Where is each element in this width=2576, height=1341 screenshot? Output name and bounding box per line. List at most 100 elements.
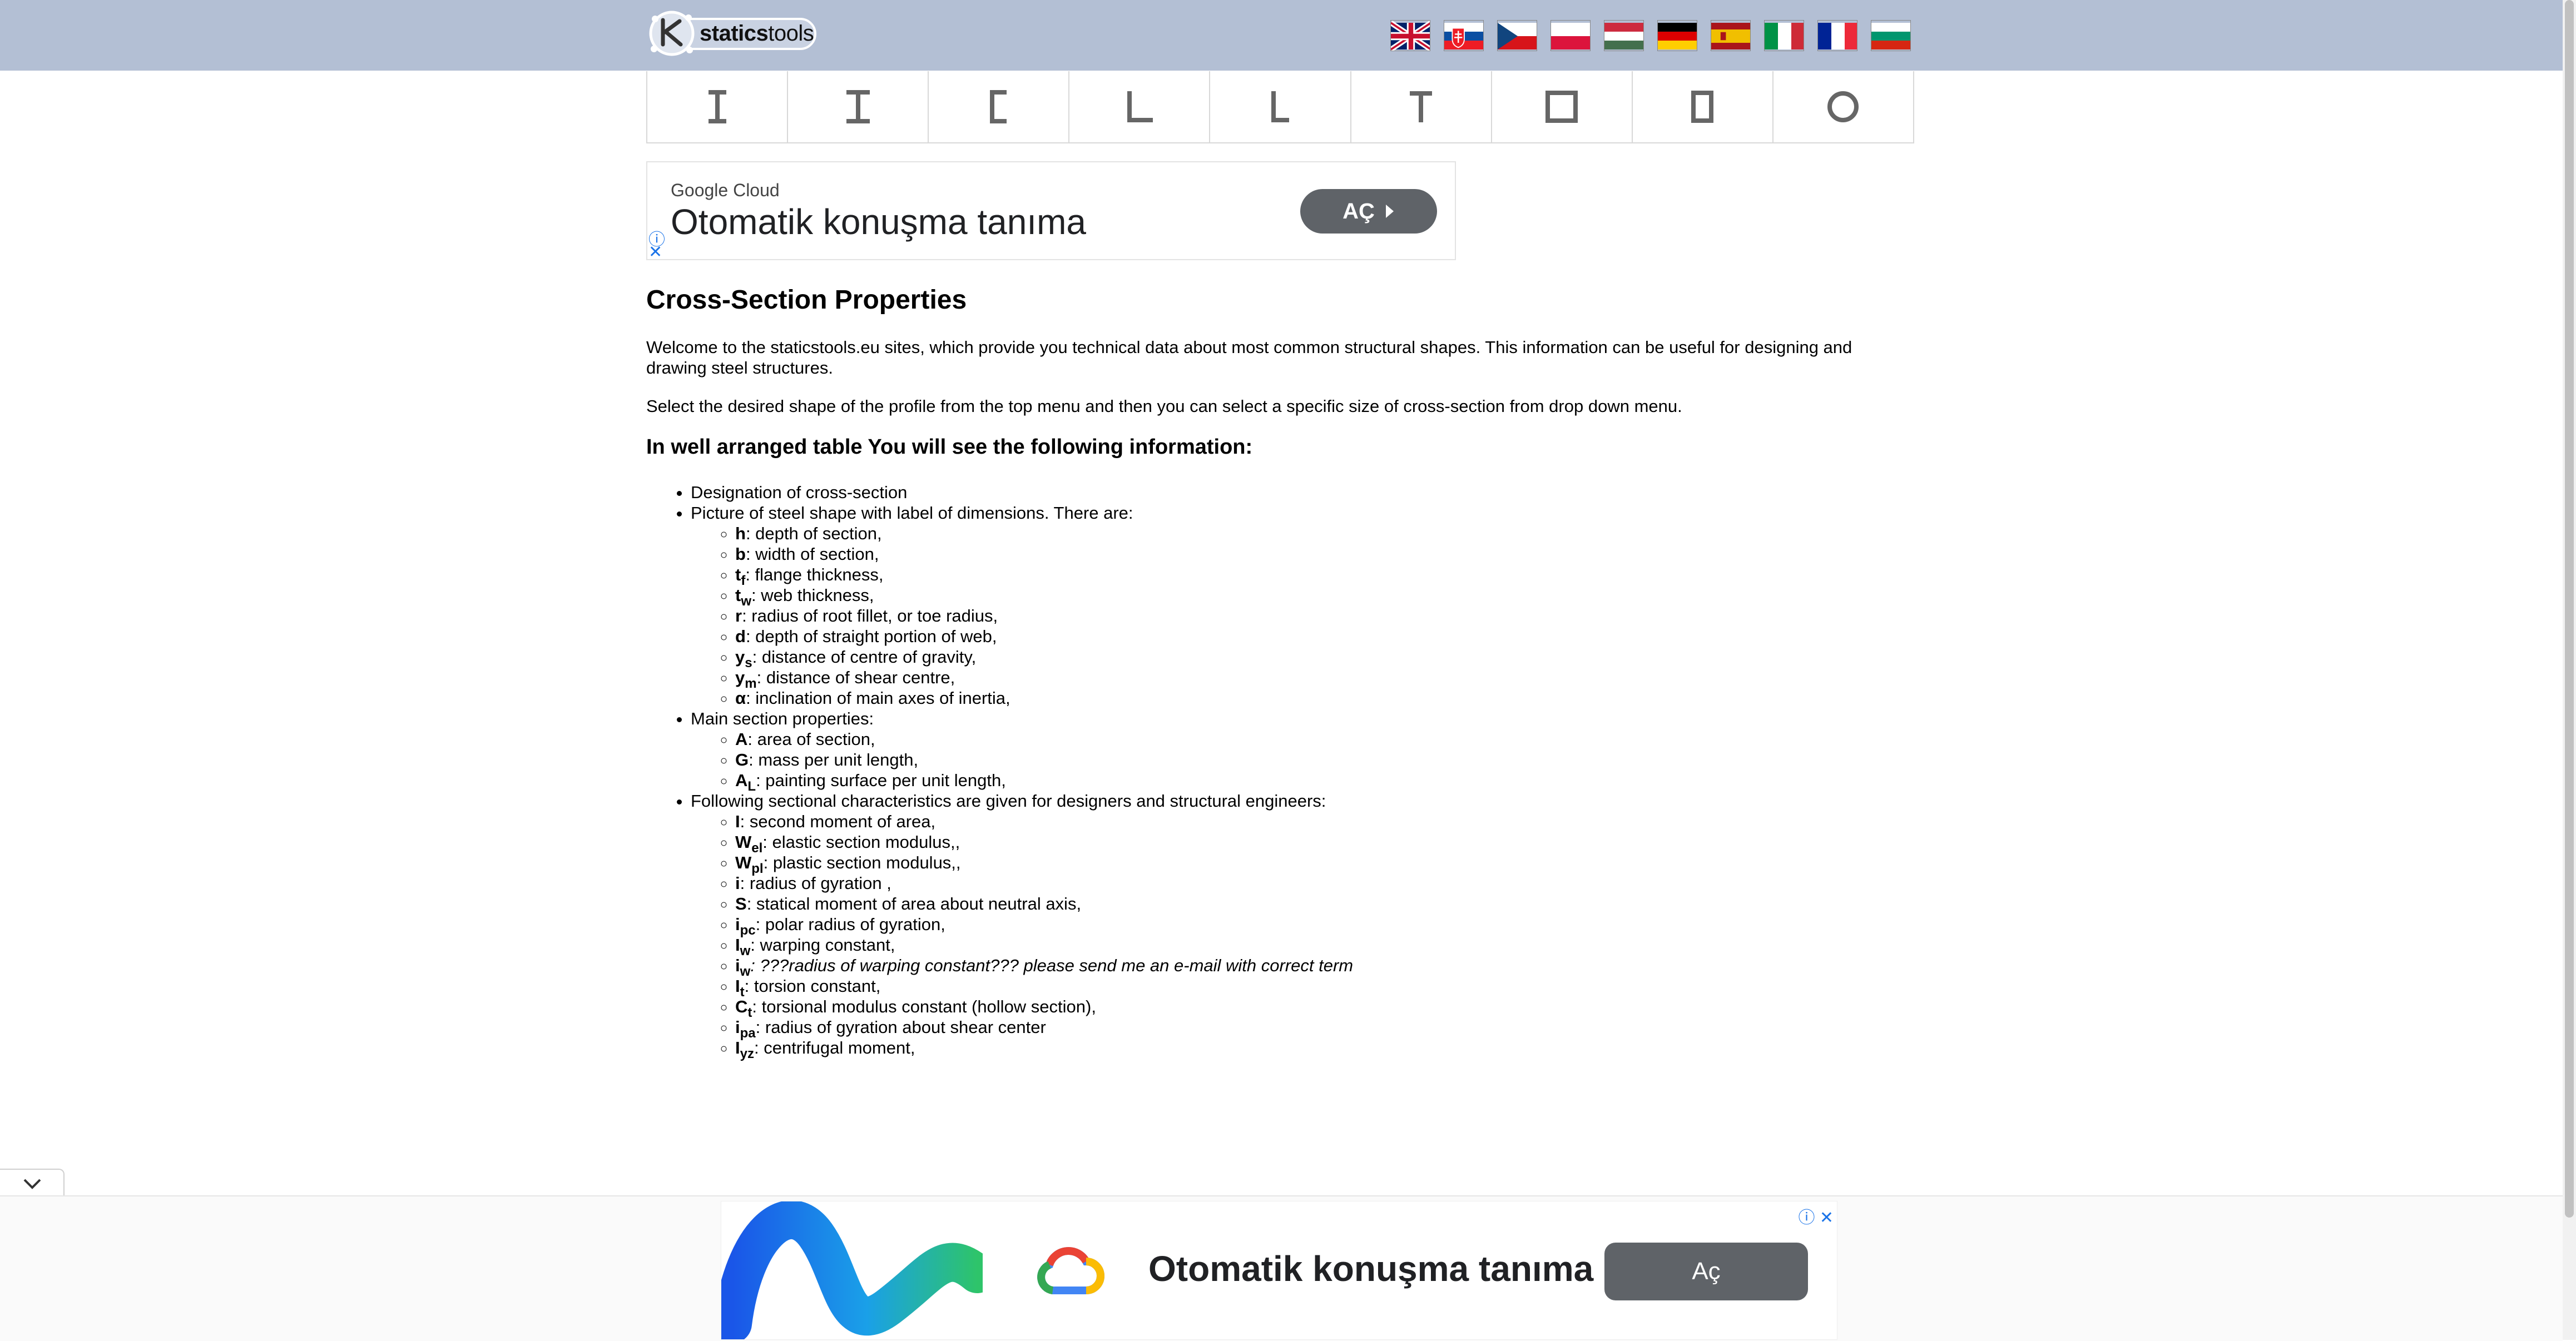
property-description: : area of section, bbox=[747, 729, 875, 749]
property-symbol: α bbox=[735, 688, 746, 708]
italian-flag-icon[interactable] bbox=[1764, 20, 1804, 51]
list-item-main-properties: Main section properties: A: area of sect… bbox=[691, 708, 1914, 793]
shape-tab-unequal-angle[interactable] bbox=[1210, 71, 1351, 142]
property-symbol: G bbox=[735, 750, 749, 769]
logo-badge-icon bbox=[649, 11, 695, 56]
list-item-designation: Designation of cross-section bbox=[691, 482, 1914, 503]
property-symbol: I bbox=[735, 976, 740, 996]
shape-menu bbox=[646, 71, 1914, 143]
property-item: Iw: warping constant, bbox=[735, 935, 1914, 958]
property-symbol: I bbox=[735, 1038, 740, 1057]
property-description: : second moment of area, bbox=[740, 812, 936, 831]
property-symbol: S bbox=[735, 894, 747, 913]
property-description: : radius of gyration about shear center bbox=[755, 1017, 1046, 1037]
property-description: : elastic section modulus,, bbox=[762, 832, 960, 852]
property-description: : centrifugal moment, bbox=[754, 1038, 915, 1057]
property-description: : polar radius of gyration, bbox=[755, 915, 945, 934]
property-description: : web thickness, bbox=[751, 585, 874, 605]
property-symbol: I bbox=[735, 812, 740, 831]
wide-i-beam-icon bbox=[846, 90, 870, 123]
ad-open-label: AÇ bbox=[1343, 198, 1375, 224]
ad-info-close-icons[interactable]: ⓘ ✕ bbox=[1799, 1204, 1834, 1228]
property-item: ipc: polar radius of gyration, bbox=[735, 914, 1914, 937]
property-item: α: inclination of main axes of inertia, bbox=[735, 688, 1914, 708]
unequal-angle-icon bbox=[1271, 91, 1289, 122]
property-description: : depth of section, bbox=[745, 524, 882, 543]
property-description: : plastic section modulus,, bbox=[763, 853, 961, 872]
property-description: : width of section, bbox=[745, 544, 879, 564]
shape-tab-circular-hollow[interactable] bbox=[1774, 71, 1913, 142]
shape-tab-square-hollow[interactable] bbox=[1492, 71, 1633, 142]
google-cloud-icon bbox=[1037, 1247, 1104, 1294]
property-item: Iyz: centrifugal moment, bbox=[735, 1037, 1914, 1061]
property-description: : radius of root fillet, or toe radius, bbox=[742, 606, 998, 625]
ad-close-icon[interactable]: ✕ bbox=[648, 242, 662, 262]
bulgarian-flag-icon[interactable] bbox=[1871, 20, 1911, 51]
property-item: AL: painting surface per unit length, bbox=[735, 770, 1914, 793]
scrollbar-thumb[interactable] bbox=[2565, 0, 2574, 1218]
property-symbol: i bbox=[735, 915, 740, 934]
property-symbol: h bbox=[735, 524, 746, 543]
property-symbol: W bbox=[735, 832, 752, 852]
property-item: d: depth of straight portion of web, bbox=[735, 626, 1914, 647]
tee-icon bbox=[1410, 91, 1433, 122]
logo-text: staticstools bbox=[700, 21, 814, 46]
property-symbol: b bbox=[735, 544, 746, 564]
shape-tab-channel[interactable] bbox=[929, 71, 1070, 142]
circular-hollow-icon bbox=[1827, 91, 1859, 122]
ad-headline[interactable]: Otomatik konuşma tanıma bbox=[671, 201, 1086, 242]
property-item: ys: distance of centre of gravity, bbox=[735, 647, 1914, 670]
property-description: : depth of straight portion of web, bbox=[745, 627, 997, 646]
shape-tab-rectangular-hollow[interactable] bbox=[1633, 71, 1774, 142]
bottom-advertisement[interactable]: Otomatik konuşma tanıma Aç ⓘ ✕ bbox=[721, 1201, 1837, 1340]
rectangular-hollow-icon bbox=[1691, 91, 1714, 123]
property-description: : torsion constant, bbox=[744, 976, 881, 996]
shape-tab-tee[interactable] bbox=[1351, 71, 1492, 142]
property-description: : inclination of main axes of inertia, bbox=[746, 688, 1010, 708]
property-item: tf: flange thickness, bbox=[735, 564, 1914, 588]
square-hollow-icon bbox=[1545, 91, 1578, 123]
property-description: : painting surface per unit length, bbox=[756, 771, 1006, 790]
list-item-label: Picture of steel shape with label of dim… bbox=[691, 503, 1133, 523]
page-title: Cross-Section Properties bbox=[646, 285, 967, 315]
french-flag-icon[interactable] bbox=[1817, 20, 1857, 51]
shape-tab-i-beam-wide[interactable] bbox=[788, 71, 929, 142]
collapse-ad-toggle[interactable] bbox=[0, 1169, 65, 1198]
property-item: A: area of section, bbox=[735, 729, 1914, 749]
spanish-flag-icon[interactable] bbox=[1711, 20, 1751, 51]
english-flag-icon[interactable] bbox=[1390, 20, 1430, 51]
site-logo[interactable]: staticstools bbox=[646, 8, 820, 56]
equal-angle-icon bbox=[1127, 91, 1153, 122]
chevron-down-icon bbox=[23, 1179, 41, 1189]
property-symbol: d bbox=[735, 627, 746, 646]
dimensions-list: h: depth of section,b: width of section,… bbox=[691, 523, 1914, 708]
slovak-flag-icon[interactable] bbox=[1444, 20, 1484, 51]
list-item-sectional-characteristics: Following sectional characteristics are … bbox=[691, 791, 1914, 1061]
property-description: : ???radius of warping constant??? pleas… bbox=[750, 956, 1354, 975]
property-item: ym: distance of shear centre, bbox=[735, 667, 1914, 691]
ad-open-button[interactable]: Aç bbox=[1604, 1243, 1808, 1300]
shape-tab-equal-angle[interactable] bbox=[1069, 71, 1211, 142]
property-item: r: radius of root fillet, or toe radius, bbox=[735, 605, 1914, 626]
czech-flag-icon[interactable] bbox=[1497, 20, 1537, 51]
shape-tab-i-beam-narrow[interactable] bbox=[647, 71, 789, 142]
property-description: : radius of gyration , bbox=[740, 873, 891, 893]
top-advertisement[interactable]: Google Cloud Otomatik konuşma tanıma AÇ … bbox=[646, 161, 1456, 262]
property-symbol: i bbox=[735, 873, 740, 893]
property-item: I: second moment of area, bbox=[735, 811, 1914, 832]
hungarian-flag-icon[interactable] bbox=[1604, 20, 1644, 51]
polish-flag-icon[interactable] bbox=[1550, 20, 1591, 51]
property-symbol: A bbox=[735, 729, 748, 749]
property-item: h: depth of section, bbox=[735, 523, 1914, 544]
vertical-scrollbar[interactable] bbox=[2563, 0, 2576, 1340]
ad-open-button[interactable]: AÇ bbox=[1300, 189, 1437, 234]
ad-headline[interactable]: Otomatik konuşma tanıma bbox=[1148, 1248, 1593, 1289]
property-symbol: y bbox=[735, 647, 745, 667]
list-item-picture: Picture of steel shape with label of dim… bbox=[691, 503, 1914, 708]
property-symbol: W bbox=[735, 853, 752, 872]
property-description: : statical moment of area about neutral … bbox=[746, 894, 1082, 913]
german-flag-icon[interactable] bbox=[1657, 20, 1697, 51]
main-content: Cross-Section Properties Welcome to the … bbox=[646, 285, 1914, 1061]
property-item: S: statical moment of area about neutral… bbox=[735, 893, 1914, 914]
list-item-label: Main section properties: bbox=[691, 709, 874, 728]
